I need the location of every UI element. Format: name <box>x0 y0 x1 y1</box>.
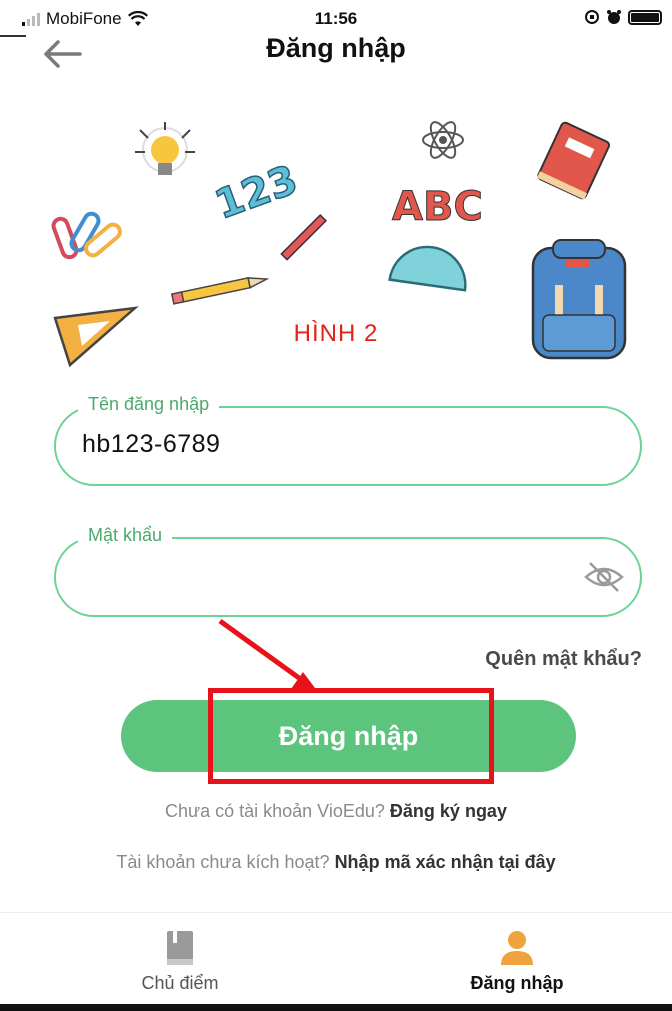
activate-link[interactable]: Nhập mã xác nhận tại đây <box>335 852 556 872</box>
bottom-frame-bar <box>0 1004 672 1011</box>
book-icon <box>167 931 193 965</box>
nav-label-topics: Chủ điểm <box>141 973 219 993</box>
atom-icon <box>422 121 464 159</box>
password-field[interactable]: Mật khẩu <box>54 525 642 617</box>
bottom-navigation: Chủ điểm Đăng nhập <box>0 912 672 1011</box>
forgot-password-link[interactable]: Quên mật khẩu? <box>485 648 642 671</box>
light-bulb-icon <box>135 122 195 175</box>
ruler-icon <box>280 214 327 261</box>
register-link[interactable]: Đăng ký ngay <box>390 801 507 821</box>
user-icon <box>501 931 533 965</box>
eye-off-icon <box>584 562 624 592</box>
login-button[interactable]: Đăng nhập <box>121 700 576 772</box>
activate-prompt: Tài khoản chưa kích hoạt? <box>116 852 330 872</box>
rotation-lock-icon <box>585 10 599 24</box>
username-field[interactable]: Tên đăng nhập hb123-6789 <box>54 394 642 486</box>
password-label: Mật khẩu <box>78 525 173 546</box>
alarm-icon <box>607 10 621 24</box>
status-right <box>584 9 662 25</box>
paper-clips-icon <box>51 211 122 260</box>
numbers-123-text: 123 <box>209 157 303 229</box>
register-prompt: Chưa có tài khoản VioEdu? <box>165 801 385 821</box>
nav-label-login: Đăng nhập <box>470 973 564 993</box>
book-illustration-icon <box>537 121 611 200</box>
register-prompt-line: Chưa có tài khoản VioEdu? Đăng ký ngay <box>0 801 672 822</box>
status-time: 11:56 <box>314 9 358 28</box>
protractor-icon <box>388 245 467 292</box>
username-label: Tên đăng nhập <box>78 394 220 415</box>
page-title: Đăng nhập <box>266 33 406 63</box>
figure-caption: HÌNH 2 <box>293 320 379 347</box>
battery-icon <box>628 9 662 25</box>
activate-prompt-line: Tài khoản chưa kích hoạt? Nhập mã xác nh… <box>0 852 672 873</box>
toggle-password-visibility-button[interactable] <box>582 557 626 597</box>
username-value[interactable]: hb123-6789 <box>82 430 220 459</box>
nav-item-login[interactable]: Đăng nhập <box>392 923 642 994</box>
letters-abc-text: ABC <box>392 184 483 230</box>
pencil-icon <box>170 277 270 305</box>
nav-item-topics[interactable]: Chủ điểm <box>55 923 305 994</box>
